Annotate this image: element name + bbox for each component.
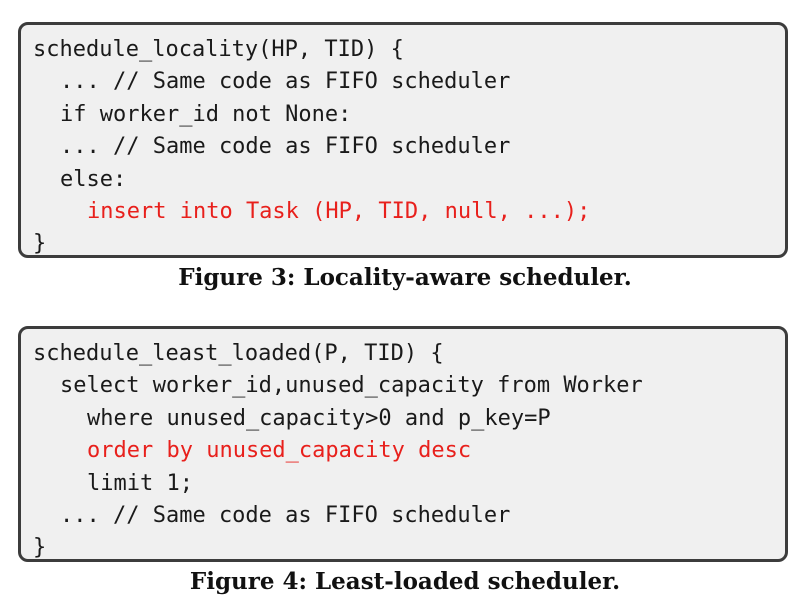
code-line: schedule_locality(HP, TID) {	[33, 37, 404, 62]
code-line: ... // Same code as FIFO scheduler	[60, 69, 511, 95]
code-line: }	[33, 535, 47, 561]
code-line: }	[33, 231, 47, 257]
code-line: schedule_least_loaded(P, TID) {	[33, 341, 444, 366]
code-line: where unused_capacity>0 and p_key=P	[87, 405, 551, 431]
code-line-highlighted: insert into Task (HP, TID, null, ...);	[87, 198, 591, 224]
code-line: ... // Same code as FIFO scheduler	[60, 502, 511, 528]
code-line: if worker_id not None:	[60, 101, 352, 127]
code-line: else:	[60, 166, 127, 192]
figure-caption: Figure 3: Locality-aware scheduler.	[178, 264, 632, 291]
code-listing-figure-3: schedule_locality(HP, TID) { ... // Same…	[18, 22, 788, 258]
code-listing-figure-4: schedule_least_loaded(P, TID) { select w…	[18, 326, 788, 562]
code-line: limit 1;	[87, 470, 193, 496]
figure-caption: Figure 4: Least-loaded scheduler.	[189, 568, 621, 595]
code-line: select worker_id,unused_capacity from Wo…	[60, 373, 643, 399]
code-line-highlighted: order by unused_capacity desc	[87, 438, 472, 464]
code-line: ... // Same code as FIFO scheduler	[60, 134, 511, 160]
